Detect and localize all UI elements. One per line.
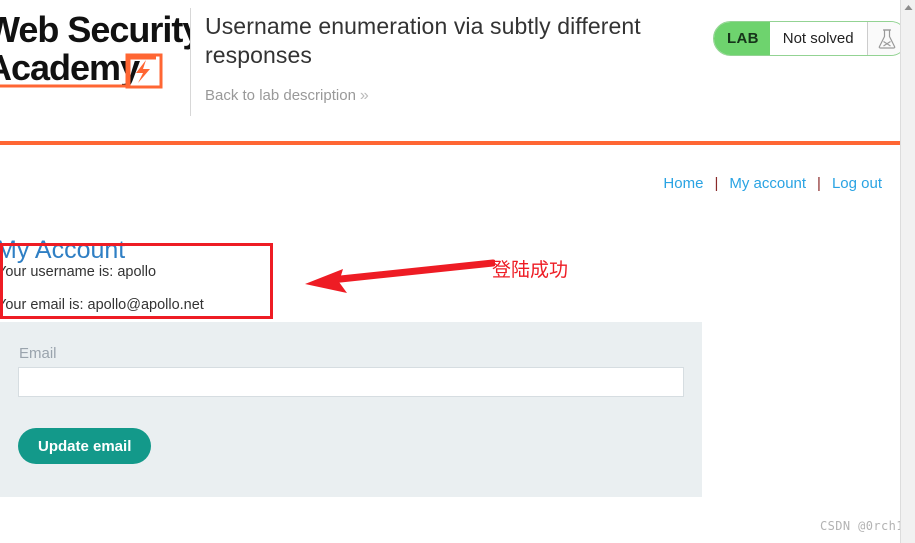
browser-page: Web Security Academy Username enumeratio… [0,0,915,543]
back-link-label: Back to lab description [205,87,356,104]
site-navigation: Home | My account | Log out [663,175,882,192]
account-email-text: Your email is: apollo@apollo.net [0,297,204,313]
annotation-note-text: 登陆成功 [492,260,569,281]
svg-text:Academy: Academy [0,47,140,88]
lab-status-text: Not solved [769,22,867,55]
lab-status-widget: LAB Not solved [713,21,900,56]
update-email-button[interactable]: Update email [18,428,152,464]
page-title: My Account [0,235,126,264]
chevron-right-double-icon: » [359,87,369,104]
web-security-academy-logo[interactable]: Web Security Academy [0,6,191,98]
arrow-svg [305,259,497,293]
account-username-text: Your username is: apollo [0,264,157,280]
lab-header: Web Security Academy Username enumeratio… [0,0,900,144]
flask-icon[interactable] [866,22,900,55]
back-to-lab-description-link[interactable]: Back to lab description» [205,87,369,105]
nav-link-my-account[interactable]: My account [729,175,806,192]
nav-separator: | [714,175,719,192]
lab-tag-badge: LAB [714,22,770,55]
caret-up-icon [904,5,912,10]
svg-text:Web Security: Web Security [0,9,191,50]
scrollbar-up-arrow-icon[interactable] [901,0,915,15]
watermark: CSDN @0rch1d [820,519,900,533]
page-viewport: Web Security Academy Username enumeratio… [0,0,900,543]
nav-link-home[interactable]: Home [663,175,703,192]
logo-svg: Web Security Academy [0,9,191,89]
nav-separator: | [817,175,821,192]
update-email-form: Email Update email [0,322,702,497]
email-field-label: Email [19,345,57,362]
brand-divider-rule [0,141,900,145]
email-input[interactable] [18,367,684,397]
vertical-scrollbar[interactable] [900,0,915,543]
header-divider [190,8,191,116]
lab-title: Username enumeration via subtly differen… [205,13,641,68]
flask-icon-svg [878,28,896,49]
nav-link-log-out[interactable]: Log out [832,175,882,192]
annotation-left-arrow-icon [303,258,497,304]
